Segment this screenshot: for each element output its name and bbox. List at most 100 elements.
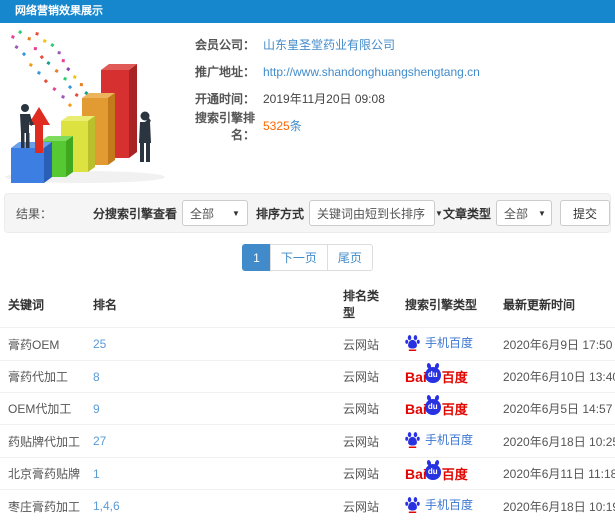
rank-count: 5325 [263, 119, 290, 133]
caret-down-icon: ▼ [538, 208, 546, 218]
baidu-cn-text: 百度 [441, 370, 468, 385]
mobile-baidu-badge: 手机百度 [405, 431, 473, 448]
caret-down-icon: ▼ [232, 208, 240, 218]
company-link[interactable]: 山东皇圣堂药业有限公司 [263, 36, 395, 53]
businessman-left [20, 104, 34, 148]
rank-type-cell: 云网站 [335, 327, 397, 361]
account-info-list: 会员公司： 山东皇圣堂药业有限公司 推广地址： http://www.shand… [183, 23, 615, 142]
rank-type-cell: 云网站 [335, 457, 397, 490]
rank-link[interactable]: 1,4,6 [85, 489, 335, 520]
header-engine-type: 搜索引擎类型 [405, 297, 478, 312]
baidu-pc-badge: Bai du 百度 [405, 366, 468, 386]
header-updated: 最新更新时间 [503, 297, 576, 312]
baidu-paw-icon [405, 496, 420, 513]
baidu-paw-icon: du [424, 398, 441, 415]
rank-link[interactable]: 25 [85, 327, 335, 361]
company-label: 会员公司： [194, 38, 255, 52]
engine-filter-label: 分搜索引擎查看 [92, 206, 177, 221]
baidu-paw-icon: du [424, 463, 441, 480]
baidu-du-text: du [427, 370, 438, 379]
pagination: 1 下一页 尾页 [0, 244, 615, 271]
rank-link[interactable]: 8 [85, 360, 335, 393]
article-type-value: 全部 [503, 206, 528, 221]
engine-rank-label: 搜索引擎排名： [194, 110, 255, 142]
open-time-label: 开通时间： [194, 92, 255, 106]
baidu-bai-text: Bai [405, 368, 427, 385]
baidu-pc-badge: Bai du 百度 [405, 398, 468, 418]
keyword-cell: 膏药代加工 [0, 360, 85, 393]
update-time-cell: 2020年6月5日 14:57 [495, 392, 615, 425]
header-rank: 排名 [93, 297, 118, 312]
table-row: 枣庄膏药加工 1,4,6 云网站 手机百度 2020年6月18日 10:19 [0, 489, 615, 520]
bar-blue [11, 142, 52, 183]
header-rank-type: 排名类型 [343, 289, 380, 320]
baidu-bai-text: Bai [405, 465, 427, 482]
mobile-baidu-badge: 手机百度 [405, 334, 473, 351]
update-time-cell: 2020年6月18日 10:19 [495, 489, 615, 520]
engine-cell: 手机百度 Bai du 百度 [397, 489, 495, 520]
rank-type-cell: 云网站 [335, 424, 397, 458]
baidu-cn-text: 百度 [441, 402, 468, 417]
businessman-right [139, 111, 151, 162]
growth-chart-illustration [5, 30, 165, 183]
baidu-cn-text: 百度 [441, 467, 468, 482]
keyword-cell: 膏药OEM [0, 327, 85, 361]
keyword-cell: 北京膏药贴牌 [0, 457, 85, 490]
promo-url-row: 推广地址： http://www.shandonghuangshengtang.… [183, 58, 615, 85]
table-row: OEM代加工 9 云网站 手机百度 [0, 392, 615, 425]
engine-filter-select[interactable]: 全部 ▼ [181, 200, 248, 226]
baidu-pc-badge: Bai du 百度 [405, 463, 468, 483]
confetti-dots [10, 30, 89, 108]
mobile-baidu-label: 手机百度 [425, 336, 474, 350]
engine-cell: 手机百度 Bai du 百度 [397, 424, 495, 458]
mobile-baidu-label: 手机百度 [425, 498, 474, 512]
baidu-paw-icon [405, 431, 420, 448]
page-button-current[interactable]: 1 [242, 244, 271, 271]
baidu-paw-icon [405, 334, 420, 351]
sort-select[interactable]: 关键词由短到长排序 ▼ [308, 200, 443, 226]
engine-cell: 手机百度 Bai du 百度 [397, 360, 495, 393]
rank-link[interactable]: 9 [85, 392, 335, 425]
open-time-value: 2019年11月20日 09:08 [263, 92, 385, 106]
next-page-button[interactable]: 下一页 [269, 244, 328, 271]
table-row: 膏药OEM 25 云网站 手机百度 2020年6月9日 17:50 [0, 327, 615, 361]
table-row: 膏药代加工 8 云网站 手机百度 [0, 360, 615, 393]
last-page-button[interactable]: 尾页 [326, 244, 373, 271]
article-type-select[interactable]: 全部 ▼ [495, 200, 552, 226]
top-info-section: 会员公司： 山东皇圣堂药业有限公司 推广地址： http://www.shand… [0, 23, 615, 191]
sort-value: 关键词由短到长排序 [316, 206, 425, 221]
engine-cell: 手机百度 Bai du 百度 [397, 392, 495, 425]
engine-cell: 手机百度 Bai du 百度 [397, 327, 495, 361]
keyword-cell: 药贴牌代加工 [0, 424, 85, 458]
update-time-cell: 2020年6月9日 17:50 [495, 327, 615, 361]
rank-unit[interactable]: 条 [290, 119, 302, 133]
rank-link[interactable]: 27 [85, 424, 335, 458]
engine-cell: 手机百度 Bai du 百度 [397, 457, 495, 490]
keyword-cell: 枣庄膏药加工 [0, 489, 85, 520]
keyword-rank-table: 关键词 排名 排名类型 搜索引擎类型 最新更新时间 膏药OEM 25 云网站 手… [0, 280, 615, 520]
sort-label: 排序方式 [255, 206, 304, 221]
rank-link[interactable]: 1 [85, 457, 335, 490]
submit-button[interactable]: 提交 [559, 200, 610, 226]
promo-url-link[interactable]: http://www.shandonghuangshengtang.cn [263, 65, 480, 79]
company-row: 会员公司： 山东皇圣堂药业有限公司 [183, 31, 615, 58]
update-time-cell: 2020年6月11日 11:18 [495, 457, 615, 490]
keyword-cell: OEM代加工 [0, 392, 85, 425]
table-row: 药贴牌代加工 27 云网站 手机百度 2020年6月18日 10:25 [0, 424, 615, 458]
baidu-du-text: du [427, 467, 438, 476]
article-type-label: 文章类型 [442, 206, 491, 221]
caret-down-icon: ▼ [434, 208, 443, 218]
engine-filter-value: 全部 [189, 206, 214, 221]
mobile-baidu-badge: 手机百度 [405, 496, 473, 513]
result-label: 结果： [16, 206, 53, 221]
engine-rank-row: 搜索引擎排名： 5325条 [183, 111, 615, 142]
update-time-cell: 2020年6月10日 13:40 [495, 360, 615, 393]
rank-type-cell: 云网站 [335, 360, 397, 393]
baidu-bai-text: Bai [405, 400, 427, 417]
baidu-du-text: du [427, 402, 438, 411]
page-title: 网络营销效果展示 [0, 0, 615, 23]
mobile-baidu-label: 手机百度 [425, 433, 474, 447]
table-header-row: 关键词 排名 排名类型 搜索引擎类型 最新更新时间 [0, 280, 615, 328]
update-time-cell: 2020年6月18日 10:25 [495, 424, 615, 458]
filter-bar: 结果： 分搜索引擎查看 全部 ▼ 排序方式 关键词由短到长排序 ▼ 文章类型 全… [4, 193, 611, 233]
